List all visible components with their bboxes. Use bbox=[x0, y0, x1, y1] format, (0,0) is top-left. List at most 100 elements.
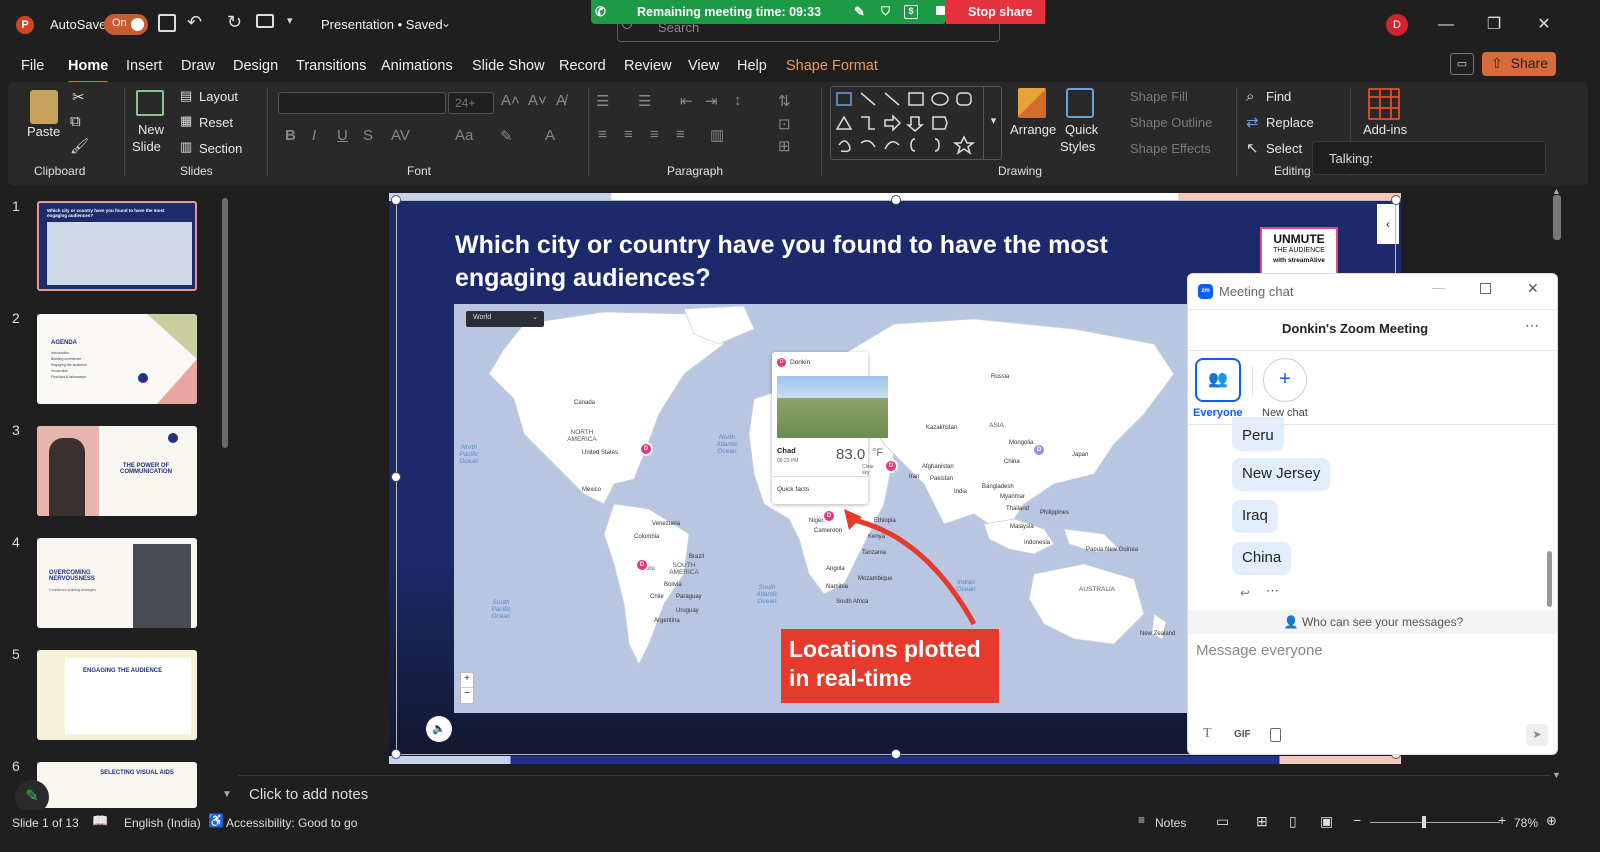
send-icon[interactable]: ➤ bbox=[1526, 724, 1548, 746]
slide-thumbnail-5[interactable]: ENGAGING THE AUDIENCE bbox=[37, 650, 197, 740]
chevron-down-icon[interactable]: ⌄ bbox=[441, 16, 451, 30]
tab-insert[interactable]: Insert bbox=[126, 58, 162, 74]
shape-effects-button[interactable]: Shape Effects bbox=[1130, 141, 1211, 156]
more-icon[interactable]: ⋯ bbox=[1266, 583, 1279, 599]
sidebar-scrollbar[interactable] bbox=[222, 198, 228, 448]
accessibility-status[interactable]: Accessibility: Good to go bbox=[226, 816, 357, 830]
resize-handle[interactable] bbox=[891, 749, 901, 759]
tab-transitions[interactable]: Transitions bbox=[296, 58, 366, 74]
italic-icon[interactable]: I bbox=[312, 127, 316, 144]
bold-icon[interactable]: B bbox=[285, 127, 296, 144]
mic-muted-icon[interactable]: ✎ bbox=[854, 4, 865, 20]
notes-placeholder[interactable]: Click to add notes bbox=[238, 783, 1550, 807]
tab-record[interactable]: Record bbox=[559, 58, 606, 74]
close-icon[interactable]: ✕ bbox=[1527, 280, 1539, 297]
new-slide-button[interactable]: New bbox=[138, 122, 164, 137]
canvas-scroll-down[interactable]: ▼ bbox=[1552, 770, 1561, 780]
normal-view-icon[interactable]: ▭ bbox=[1216, 813, 1229, 830]
new-slide-button-line2[interactable]: Slide bbox=[132, 139, 161, 154]
resize-handle[interactable] bbox=[391, 195, 401, 205]
copy-icon[interactable]: ⧉ bbox=[70, 113, 81, 130]
close-icon[interactable]: ✕ bbox=[1529, 10, 1559, 40]
align-right-icon[interactable]: ≡ bbox=[650, 126, 659, 143]
new-chat-button[interactable]: + bbox=[1263, 358, 1307, 402]
shapes-gallery[interactable] bbox=[830, 86, 1002, 160]
slide-thumbnail-6[interactable]: SELECTING VISUAL AIDS bbox=[37, 762, 197, 808]
gif-button[interactable]: GIF bbox=[1234, 729, 1251, 740]
undo-icon[interactable]: ↶ bbox=[187, 12, 202, 33]
decrease-font-icon[interactable]: A˅ bbox=[528, 92, 547, 109]
align-left-icon[interactable]: ≡ bbox=[598, 126, 607, 143]
tab-help[interactable]: Help bbox=[737, 58, 767, 74]
file-icon[interactable] bbox=[1270, 728, 1281, 742]
slide-thumbnail-2[interactable]: AGENDA Introduction Building confidence … bbox=[37, 314, 197, 404]
tab-animations[interactable]: Animations bbox=[381, 58, 453, 74]
shape-outline-button[interactable]: Shape Outline bbox=[1130, 115, 1212, 130]
font-name-combo[interactable] bbox=[278, 92, 446, 114]
slide-thumbnail-3[interactable]: THE POWER OF COMMUNICATION bbox=[37, 426, 197, 516]
chat-scrollbar[interactable] bbox=[1547, 551, 1552, 607]
reset-button[interactable]: Reset bbox=[199, 115, 233, 130]
message-input[interactable]: Message everyone bbox=[1196, 642, 1546, 672]
highlight-icon[interactable]: ✎ bbox=[500, 127, 513, 145]
quick-styles-button[interactable]: Quick bbox=[1065, 122, 1098, 137]
replace-button[interactable]: Replace bbox=[1266, 115, 1314, 130]
collapse-notes-icon[interactable]: ▼ bbox=[222, 789, 232, 800]
resize-handle[interactable] bbox=[891, 195, 901, 205]
chat-message[interactable]: New Jersey bbox=[1232, 458, 1331, 491]
text-direction-icon[interactable]: ⇅ bbox=[778, 92, 791, 110]
new-slide-icon[interactable] bbox=[136, 90, 164, 116]
char-spacing-icon[interactable]: AV bbox=[391, 127, 410, 144]
resize-handle[interactable] bbox=[1391, 195, 1401, 205]
customize-qat-icon[interactable]: ▾ bbox=[287, 14, 293, 27]
who-can-see-bar[interactable]: 👤 Who can see your messages? bbox=[1188, 610, 1557, 634]
increase-font-icon[interactable]: A˄ bbox=[501, 92, 520, 109]
columns-icon[interactable]: ▥ bbox=[710, 126, 724, 144]
maximize-icon[interactable] bbox=[1480, 283, 1491, 294]
tab-design[interactable]: Design bbox=[233, 58, 278, 74]
slide-thumbnail-1[interactable]: Which city or country have you found to … bbox=[37, 201, 197, 291]
add-ins-button[interactable]: Add-ins bbox=[1363, 122, 1407, 137]
document-title[interactable]: Presentation • Saved bbox=[321, 17, 443, 32]
language-indicator[interactable]: English (India) bbox=[124, 816, 201, 830]
canvas-scrollbar[interactable] bbox=[1553, 195, 1561, 240]
font-color-icon[interactable]: A bbox=[545, 127, 555, 144]
draw-pen-button[interactable]: ✎ bbox=[15, 780, 49, 814]
redo-icon[interactable]: ↻ bbox=[227, 12, 242, 33]
slide-thumbnail-4[interactable]: OVERCOMING NERVOUSNESS Confidence-buildi… bbox=[37, 538, 197, 628]
format-painter-icon[interactable]: 🖌 bbox=[70, 137, 89, 155]
autosave-toggle[interactable]: On bbox=[104, 14, 148, 35]
clear-format-icon[interactable]: A̸ bbox=[556, 92, 566, 109]
select-button[interactable]: Select bbox=[1266, 141, 1302, 156]
bullets-icon[interactable]: ☰ bbox=[596, 92, 609, 110]
numbering-icon[interactable]: ☰ bbox=[638, 92, 651, 110]
add-ins-icon[interactable] bbox=[1368, 88, 1400, 120]
slideshow-view-icon[interactable]: ▣ bbox=[1320, 813, 1333, 830]
quick-styles-icon[interactable] bbox=[1066, 88, 1094, 118]
zoom-slider-thumb[interactable] bbox=[1422, 816, 1426, 828]
tab-shape-format[interactable]: Shape Format bbox=[786, 58, 878, 74]
tab-draw[interactable]: Draw bbox=[181, 58, 215, 74]
smartart-icon[interactable]: ⊞ bbox=[778, 137, 791, 155]
resize-handle[interactable] bbox=[391, 472, 401, 482]
section-button[interactable]: Section bbox=[199, 141, 242, 156]
zoom-level[interactable]: 78% bbox=[1514, 816, 1538, 830]
change-case-icon[interactable]: Aa bbox=[455, 127, 473, 144]
minimize-icon[interactable]: — bbox=[1431, 10, 1461, 40]
more-options-icon[interactable]: ⋯ bbox=[1525, 317, 1539, 334]
resize-handle[interactable] bbox=[391, 749, 401, 759]
tab-review[interactable]: Review bbox=[624, 58, 672, 74]
reading-view-icon[interactable]: ▯ bbox=[1289, 813, 1297, 830]
decrease-indent-icon[interactable]: ⇤ bbox=[680, 92, 693, 110]
present-icon[interactable] bbox=[256, 14, 274, 28]
cut-icon[interactable]: ✂ bbox=[72, 88, 85, 106]
canvas-scroll-up[interactable]: ▲ bbox=[1552, 186, 1561, 196]
chat-message[interactable]: China bbox=[1232, 542, 1292, 575]
meeting-chat-window[interactable]: zm Meeting chat — ✕ Donkin's Zoom Meetin… bbox=[1187, 273, 1558, 755]
stop-share-button[interactable]: Stop share bbox=[946, 0, 1045, 24]
underline-icon[interactable]: U bbox=[337, 127, 348, 144]
text-format-icon[interactable]: T bbox=[1203, 726, 1212, 742]
tab-home[interactable]: Home bbox=[68, 58, 109, 84]
quick-styles-button-line2[interactable]: Styles bbox=[1060, 139, 1095, 154]
everyone-chat-button[interactable]: 👥 bbox=[1195, 358, 1241, 402]
